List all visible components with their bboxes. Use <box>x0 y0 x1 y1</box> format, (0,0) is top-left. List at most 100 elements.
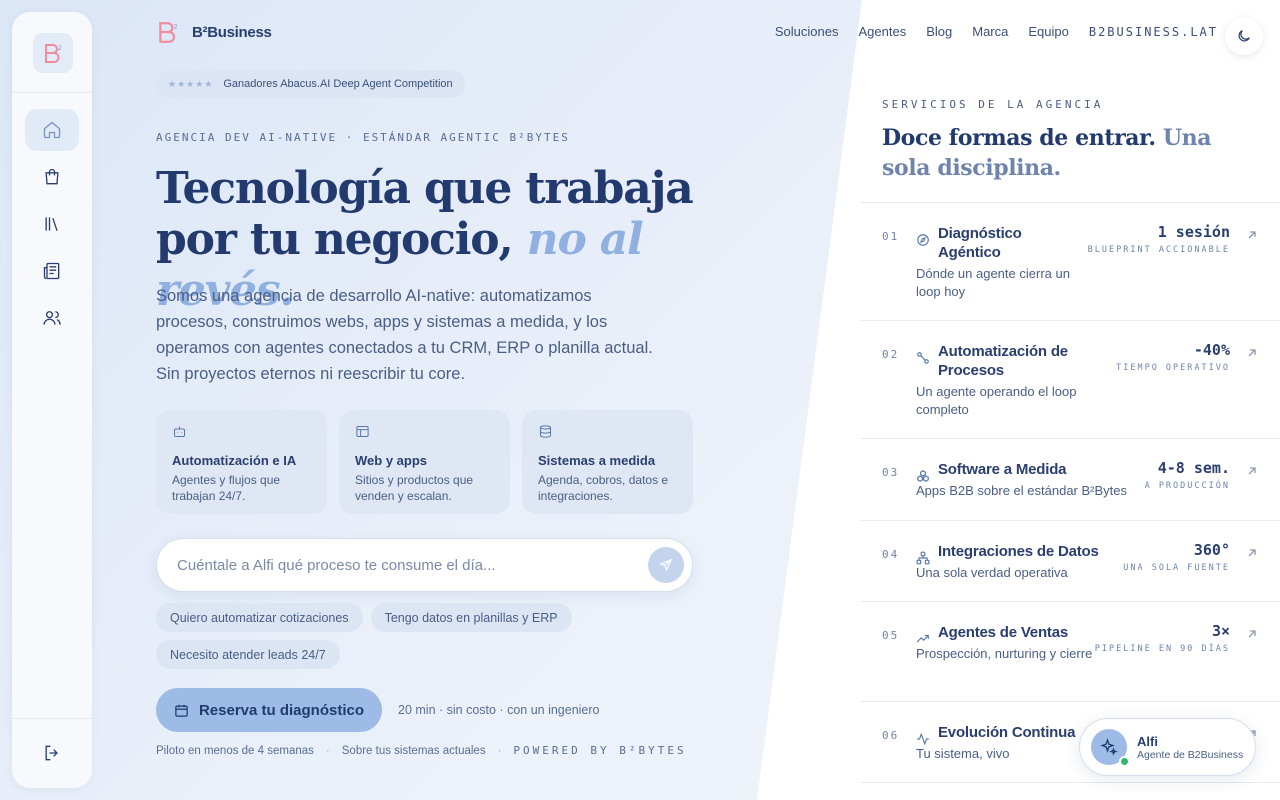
arrow-up-right-icon <box>1248 630 1256 638</box>
headline-line-1: Tecnología que trabaja <box>156 163 694 214</box>
nav-link-marca[interactable]: Marca <box>972 24 1008 39</box>
theme-toggle-button[interactable] <box>1225 17 1263 55</box>
compass-icon <box>917 234 929 246</box>
service-row[interactable]: 03 Software a Medida Apps B2B sobre el e… <box>861 439 1280 521</box>
brand-name: B²Business <box>192 23 272 41</box>
arrow-up-right-icon <box>1248 349 1256 357</box>
card-desc: Sitios y productos que venden y escalan. <box>355 473 474 503</box>
suggestion-chip[interactable]: Quiero automatizar cotizaciones <box>156 603 363 632</box>
logout-icon <box>45 745 58 761</box>
service-row[interactable]: 04 Integraciones de Datos Una sola verda… <box>861 521 1280 602</box>
alfi-avatar <box>1091 729 1130 767</box>
svg-text:2: 2 <box>173 23 177 31</box>
svg-text:2: 2 <box>58 45 62 52</box>
service-metric: -40% <box>1193 341 1230 359</box>
newspaper-icon <box>43 262 60 280</box>
nav-link-blog[interactable]: Blog <box>926 24 952 39</box>
service-name: Automatización de Procesos <box>938 343 1068 379</box>
suggestion-chip[interactable]: Necesito atender leads 24/7 <box>156 640 340 669</box>
service-desc: Un agente operando el loop completo <box>916 384 1077 417</box>
sidebar-divider <box>12 92 92 93</box>
calendar-icon <box>175 704 188 717</box>
card-desc: Agentes y flujos que trabajan 24/7. <box>172 473 281 503</box>
arrow-up-right-icon <box>1248 549 1256 557</box>
sidebar-item-library[interactable] <box>25 203 79 245</box>
sidebar-logo[interactable]: 2 <box>33 33 73 73</box>
service-row[interactable]: 05 Agentes de Ventas Prospección, nurtur… <box>861 602 1280 702</box>
network-icon <box>916 551 930 565</box>
service-number: 06 <box>882 729 900 742</box>
arrow-up-right-icon <box>1248 467 1256 475</box>
services-title-main: Doce formas de entrar. <box>882 125 1156 151</box>
service-metric-label: BLUEPRINT ACCIONABLE <box>1087 245 1230 255</box>
service-metric-label: TIEMPO OPERATIVO <box>1116 363 1230 373</box>
service-metric: 360° <box>1193 541 1230 559</box>
sidebar-item-blog[interactable] <box>25 250 79 292</box>
headline-line-2: por tu negocio, <box>156 214 514 265</box>
moon-icon <box>1238 30 1250 42</box>
brand[interactable]: 2 B²Business <box>156 20 272 44</box>
alfi-name: Alfi <box>1137 733 1158 749</box>
nav-link-soluciones[interactable]: Soluciones <box>775 24 839 39</box>
sidebar-item-logout[interactable] <box>25 732 79 774</box>
hero-eyebrow: AGENCIA DEV AI-NATIVE · ESTÁNDAR AGENTIC… <box>156 131 570 144</box>
sidebar-item-home[interactable] <box>25 109 79 151</box>
hero-lead: Somos una agencia de desarrollo AI-nativ… <box>156 287 653 383</box>
award-badge: ★★★★★ Ganadores Abacus.AI Deep Agent Com… <box>156 70 465 98</box>
service-name: Software a Medida <box>938 461 1067 478</box>
sparkles-icon <box>1100 738 1118 756</box>
boxes-icon <box>917 470 929 482</box>
service-number: 02 <box>882 348 900 361</box>
book-diagnostic-button[interactable]: Reserva tu diagnóstico <box>156 688 382 732</box>
nav-link-equipo[interactable]: Equipo <box>1028 24 1068 39</box>
library-icon <box>45 217 58 231</box>
service-metric: 3× <box>1211 622 1230 640</box>
footer-item: Sobre tus sistemas actuales <box>341 744 486 757</box>
service-desc: Prospección, nurturing y cierre <box>916 646 1093 661</box>
service-desc: Dónde un agente cierra un loop hoy <box>916 266 1070 299</box>
suggestion-chips: Quiero automatizar cotizaciones Tengo da… <box>156 603 616 669</box>
brand-logo-icon: 2 <box>45 44 62 63</box>
capability-card-systems[interactable]: Sistemas a medida Agenda, cobros, datos … <box>522 410 693 514</box>
service-row[interactable]: 01 Diagnóstico Agéntico Dónde un agente … <box>861 203 1280 321</box>
service-metric-label: UNA SOLA FUENTE <box>1123 563 1230 573</box>
separator-dot: · <box>497 744 502 757</box>
service-name: Integraciones de Datos <box>938 543 1099 560</box>
cta-note: 20 min · sin costo · con un ingeniero <box>398 703 600 717</box>
nav-link-domain[interactable]: B2BUSINESS.LAT <box>1089 25 1218 39</box>
services-eyebrow: SERVICIOS DE LA AGENCIA <box>882 98 1104 111</box>
arrow-up-right-icon <box>1248 231 1256 239</box>
card-title: Automatización e IA <box>172 453 297 468</box>
sidebar-divider <box>12 718 92 719</box>
service-metric-label: PIPELINE EN 90 DÍAS <box>1094 644 1230 654</box>
sidebar-item-shop[interactable] <box>25 156 79 198</box>
capability-card-automation[interactable]: Automatización e IA Agentes y flujos que… <box>156 410 327 514</box>
suggestion-chip[interactable]: Tengo datos en planillas y ERP <box>370 603 572 632</box>
nav-link-agentes[interactable]: Agentes <box>859 24 907 39</box>
workflow-icon <box>917 352 929 364</box>
users-icon <box>43 311 61 325</box>
sidebar-item-team[interactable] <box>25 297 79 339</box>
sidebar: 2 <box>12 12 92 788</box>
services-title: Doce formas de entrar. Una sola discipli… <box>882 123 1242 183</box>
footer-item: Piloto en menos de 4 semanas <box>156 744 314 757</box>
card-title: Sistemas a medida <box>538 453 656 468</box>
separator-dot: · <box>325 744 330 757</box>
service-metric: 4-8 sem. <box>1157 459 1230 477</box>
bot-icon <box>174 426 185 437</box>
alfi-chat-input[interactable] <box>177 556 648 574</box>
trending-up-icon <box>916 634 929 643</box>
card-title: Web y apps <box>355 453 428 468</box>
service-row[interactable]: 02 Automatización de Procesos Un agente … <box>861 321 1280 439</box>
stars-icon: ★★★★★ <box>168 78 214 89</box>
layout-icon <box>356 426 369 437</box>
send-button[interactable] <box>648 547 684 583</box>
service-metric: 1 sesión <box>1157 223 1230 241</box>
main-nav: Soluciones Agentes Blog Marca Equipo B2B… <box>775 24 1218 39</box>
alfi-chat-launcher[interactable]: Alfi Agente de B2Business <box>1079 718 1256 776</box>
activity-icon <box>917 732 929 746</box>
capability-card-web[interactable]: Web y apps Sitios y productos que venden… <box>339 410 510 514</box>
capability-cards: Automatización e IA Agentes y flujos que… <box>156 410 693 514</box>
brand-logo-icon: 2 <box>159 22 178 43</box>
service-number: 03 <box>882 466 900 479</box>
